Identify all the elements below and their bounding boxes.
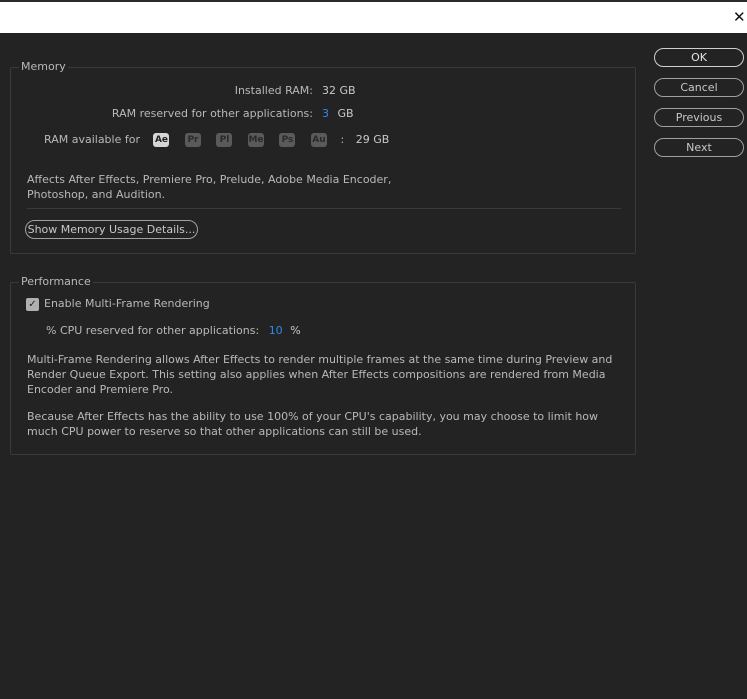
ram-available-label: RAM available for — [44, 133, 140, 146]
preferences-panel: Memory Installed RAM: 32 GB RAM reserved… — [0, 33, 747, 699]
title-bar: ✕ — [0, 0, 747, 33]
ram-available-separator: : — [340, 133, 345, 146]
cpu-reserved-unit: % — [290, 324, 301, 337]
photoshop-icon: Ps — [279, 133, 296, 147]
premiere-pro-icon: Pr — [184, 133, 201, 147]
ram-reserved-field[interactable]: 3 GB — [322, 107, 354, 121]
ram-reserved-label: RAM reserved for other applications: — [111, 107, 313, 120]
multi-frame-rendering-label[interactable]: Enable Multi-Frame Rendering — [44, 297, 210, 311]
ram-available-value: 29 GB — [355, 133, 390, 146]
cancel-button[interactable]: Cancel — [654, 78, 744, 97]
ram-available-row: RAM available for Ae Pr Pl Me Ps Au : 29… — [44, 133, 389, 147]
performance-group: Performance ✓ Enable Multi-Frame Renderi… — [10, 275, 636, 455]
ram-reserved-value[interactable]: 3 — [322, 107, 329, 120]
cpu-reserved-row: % CPU reserved for other applications: 1… — [46, 324, 301, 338]
multi-frame-rendering-checkbox[interactable]: ✓ — [26, 298, 39, 311]
prelude-icon: Pl — [216, 133, 233, 147]
after-effects-icon: Ae — [153, 133, 170, 147]
cpu-reserved-label: % CPU reserved for other applications: — [46, 324, 260, 337]
cpu-reserved-value[interactable]: 10 — [269, 324, 283, 337]
memory-group: Memory Installed RAM: 32 GB RAM reserved… — [10, 60, 636, 254]
installed-ram-value: 32 GB — [322, 84, 356, 97]
media-encoder-icon: Me — [247, 133, 264, 147]
close-icon[interactable]: ✕ — [733, 8, 747, 26]
show-memory-usage-details-button[interactable]: Show Memory Usage Details... — [25, 220, 198, 239]
cpu-description: Because After Effects has the ability to… — [27, 410, 599, 438]
audition-icon: Au — [310, 133, 327, 147]
previous-button[interactable]: Previous — [654, 108, 744, 127]
ok-button[interactable]: OK — [654, 48, 744, 67]
mfr-description: Multi-Frame Rendering allows After Effec… — [27, 353, 613, 396]
installed-ram-label: Installed RAM: — [234, 84, 313, 97]
memory-description: Affects After Effects, Premiere Pro, Pre… — [27, 173, 392, 201]
memory-divider — [27, 208, 621, 209]
performance-legend: Performance — [19, 275, 93, 289]
next-button[interactable]: Next — [654, 138, 744, 157]
ram-reserved-unit: GB — [337, 107, 354, 120]
memory-legend: Memory — [19, 60, 68, 74]
